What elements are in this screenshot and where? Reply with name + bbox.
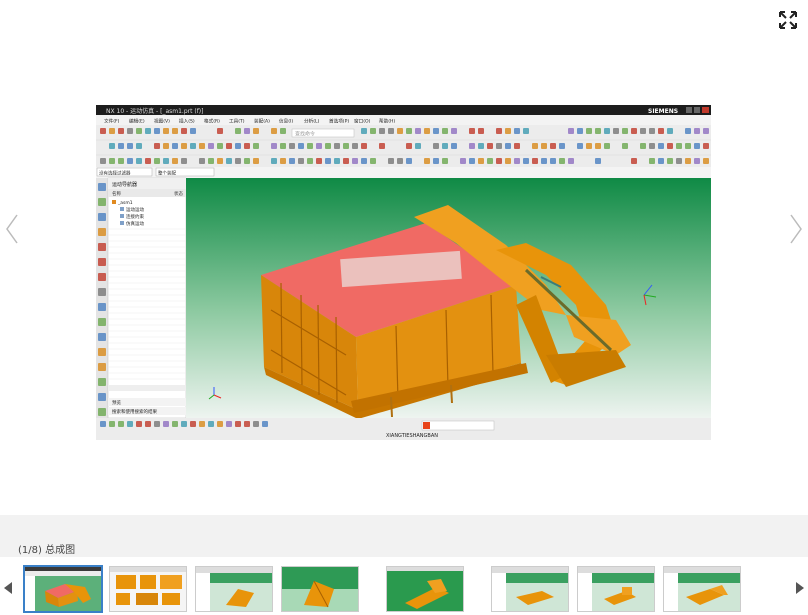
menu-item[interactable]: 信息(I) (279, 118, 293, 125)
brand-label: SIEMENS (648, 108, 678, 115)
thumbnail-5[interactable] (386, 566, 464, 612)
command-search: 查找命令 (295, 131, 315, 138)
thumbnail-7[interactable] (577, 566, 655, 612)
thumbnail-6[interactable] (491, 566, 569, 612)
tree-item[interactable]: _asm1 (117, 200, 133, 206)
tree-item[interactable]: 连接约束 (126, 213, 144, 220)
menu-item[interactable]: 格式(R) (204, 118, 220, 125)
thumbnail-2[interactable] (109, 566, 187, 612)
image-caption: (1/8) 总成图 (18, 545, 76, 556)
menu-item[interactable]: 视图(V) (154, 118, 170, 125)
strip-prev-icon[interactable] (4, 582, 12, 594)
thumbnail-1[interactable] (23, 565, 103, 613)
navigator-title: 运动导航器 (112, 181, 137, 188)
svg-text:名称: 名称 (112, 190, 121, 197)
svg-text:搜索和使用搜索的结果: 搜索和使用搜索的结果 (112, 408, 157, 415)
chevron-left-icon[interactable] (3, 212, 21, 246)
menu-item[interactable]: 工具(T) (229, 119, 245, 125)
filter-dropdown: 没有选择过滤器 (99, 170, 131, 177)
tree-item[interactable]: 运动运动 (126, 206, 144, 213)
assembly-dropdown: 整个装配 (158, 170, 176, 177)
menu-item[interactable]: 插入(S) (179, 118, 195, 125)
menu-item[interactable]: 编辑(E) (129, 118, 145, 125)
main-image: NX 10 - 运动仿真 - [_asm1.prt (f)] SIEMENS 文… (96, 105, 711, 440)
menu-item[interactable]: 首选项(P) (329, 118, 349, 125)
menu-item[interactable]: 分析(L) (304, 118, 320, 125)
menu-item[interactable]: 帮助(H) (379, 118, 395, 125)
tree-item[interactable]: 仿真运动 (126, 220, 144, 227)
menu-item[interactable]: 窗口(O) (354, 118, 371, 125)
image-viewer: NX 10 - 运动仿真 - [_asm1.prt (f)] SIEMENS 文… (0, 0, 808, 515)
caption-bar (0, 515, 808, 557)
status-text: XIANGTIESHANGBAN (386, 433, 438, 439)
expand-icon[interactable] (777, 9, 799, 31)
thumbnail-8[interactable] (663, 566, 741, 612)
menu-item[interactable]: 文件(F) (104, 118, 120, 125)
thumbnail-3[interactable] (195, 566, 273, 612)
menu-item[interactable]: 装配(A) (254, 118, 270, 125)
chevron-right-icon[interactable] (787, 212, 805, 246)
thumbnail-4[interactable] (281, 566, 359, 612)
window-title: NX 10 - 运动仿真 - [_asm1.prt (f)] (106, 107, 203, 115)
svg-text:预览: 预览 (112, 399, 121, 406)
strip-next-icon[interactable] (796, 582, 804, 594)
svg-text:状态: 状态 (174, 190, 183, 197)
